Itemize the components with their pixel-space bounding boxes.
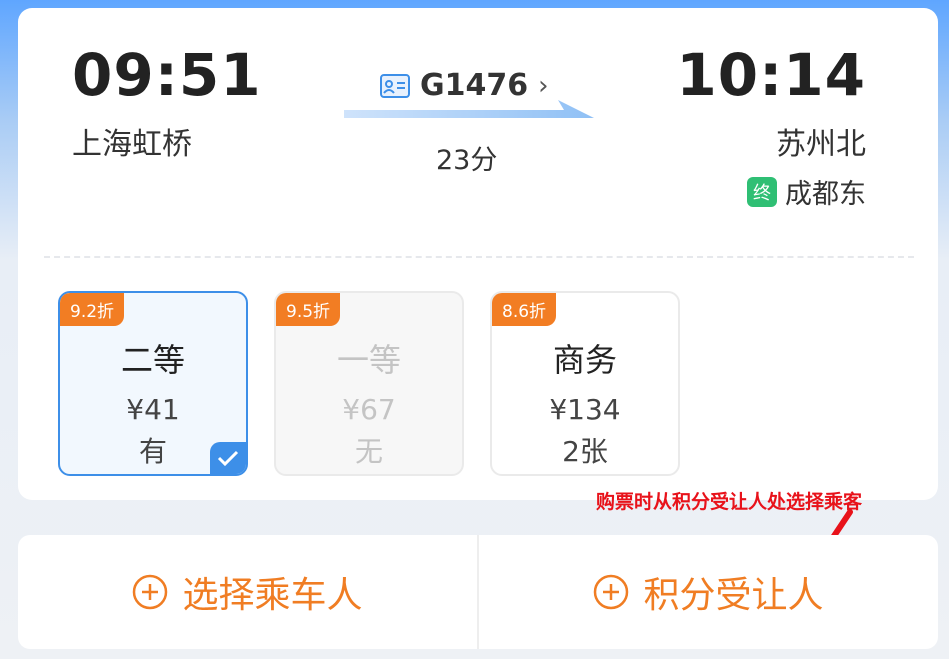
dashed-divider bbox=[44, 256, 914, 258]
seat-price: ¥41 bbox=[126, 393, 180, 426]
plus-circle-icon bbox=[594, 574, 629, 610]
train-info-card: 09:51 上海虹桥 G1476 › 23分 10:14 苏州北 终 成都东 9… bbox=[18, 8, 938, 500]
terminal-badge: 终 bbox=[747, 176, 777, 207]
departure-station: 上海虹桥 bbox=[72, 127, 192, 162]
seat-price: ¥67 bbox=[342, 393, 396, 426]
seat-class-name: 商务 bbox=[552, 341, 617, 379]
discount-badge: 8.6折 bbox=[492, 293, 557, 326]
arrival-time: 10:14 bbox=[676, 41, 866, 109]
select-passenger-label: 选择乘车人 bbox=[182, 575, 363, 616]
seat-class-name: 一等 bbox=[336, 341, 401, 379]
seat-availability: 2张 bbox=[562, 435, 608, 468]
seat-price: ¥134 bbox=[549, 393, 621, 426]
chevron-right-icon: › bbox=[538, 70, 549, 101]
id-card-icon bbox=[380, 73, 410, 98]
plus-circle-icon bbox=[133, 574, 168, 610]
terminal-station-name: 成都东 bbox=[785, 179, 866, 210]
direction-arrow-icon bbox=[344, 100, 594, 118]
departure-time: 09:51 bbox=[72, 41, 262, 109]
seat-availability: 无 bbox=[354, 435, 383, 468]
select-passenger-button[interactable]: 选择乘车人 bbox=[18, 535, 477, 649]
points-transferee-label: 积分受让人 bbox=[643, 575, 824, 616]
seat-option-first-class[interactable]: 9.5折 一等 ¥67 无 bbox=[274, 291, 464, 476]
action-bar: 选择乘车人 积分受让人 bbox=[18, 535, 938, 649]
travel-duration: 23分 bbox=[436, 145, 498, 176]
seat-option-second-class[interactable]: 9.2折 二等 ¥41 有 bbox=[58, 291, 248, 476]
arrival-station: 苏州北 bbox=[776, 127, 866, 162]
check-icon bbox=[210, 442, 246, 474]
points-transferee-button[interactable]: 积分受让人 bbox=[477, 535, 938, 649]
discount-badge: 9.2折 bbox=[60, 293, 125, 326]
discount-badge: 9.5折 bbox=[276, 293, 341, 326]
terminal-station: 终 成都东 bbox=[747, 172, 866, 211]
seat-class-name: 二等 bbox=[120, 341, 185, 379]
seat-option-business-class[interactable]: 8.6折 商务 ¥134 2张 bbox=[490, 291, 680, 476]
